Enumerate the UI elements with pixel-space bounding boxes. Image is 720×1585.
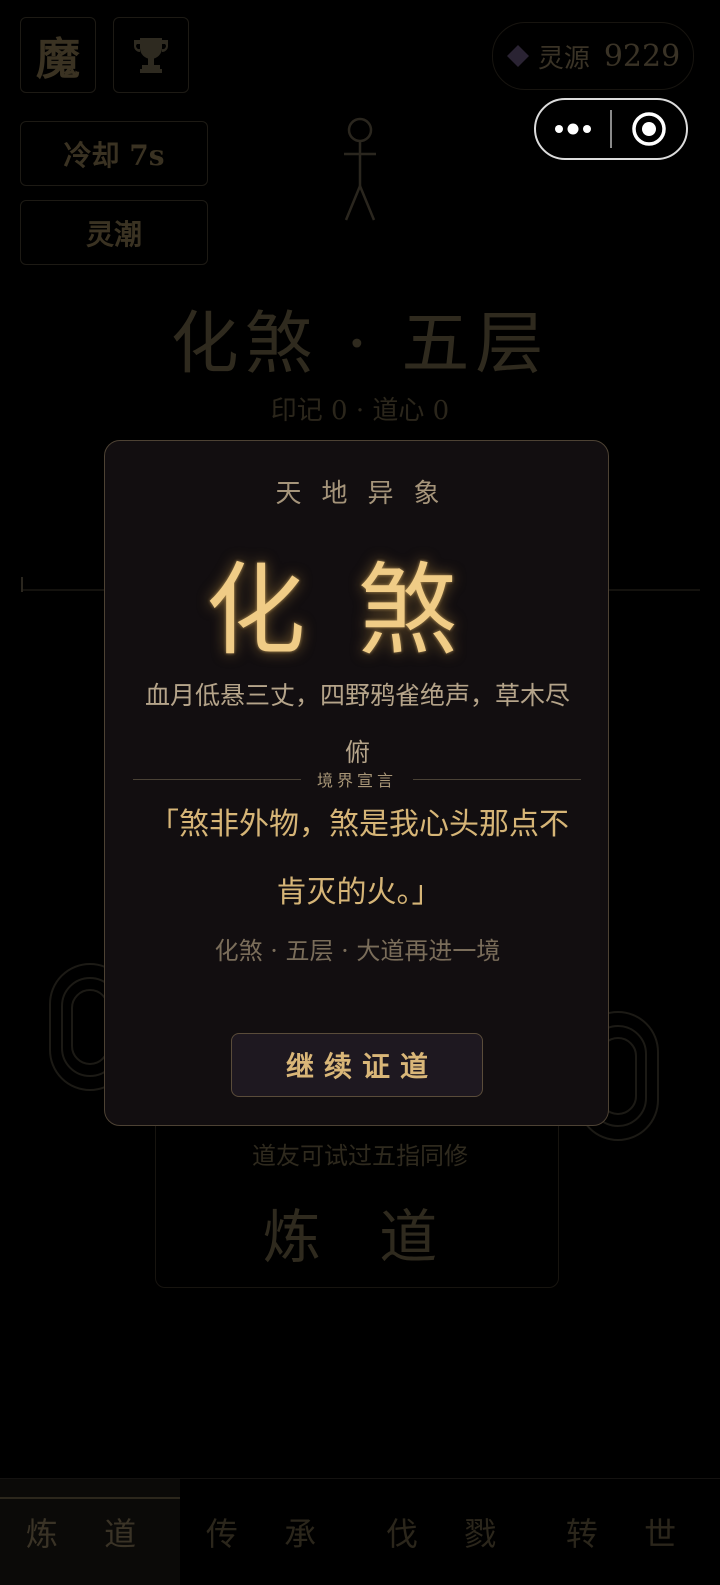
tab-cultivate[interactable]: 炼 道 <box>0 1479 180 1585</box>
cultivate-button-label: 炼 道 <box>262 1203 458 1271</box>
mode-badge[interactable]: 魔 <box>20 17 96 93</box>
close-miniprogram-button[interactable] <box>612 100 686 158</box>
trophy-button[interactable] <box>113 17 189 93</box>
realm-title: 化煞 · 五层 <box>170 305 550 384</box>
resource-counter: 灵源 9229 <box>492 22 694 90</box>
trophy-icon <box>134 38 168 73</box>
declaration-divider: 境界宣言 <box>133 767 582 791</box>
realm-breakthrough-modal: 天地异象 化煞 血月低悬三丈，四野鸦雀绝声，草木尽俯 境界宣言 「煞非外物，煞是… <box>104 440 609 1126</box>
miniprogram-capsule <box>534 98 688 160</box>
more-button[interactable] <box>536 100 610 158</box>
resource-value: 9229 <box>603 38 681 74</box>
tide-button[interactable]: 灵潮 <box>20 200 208 265</box>
tab-battle[interactable]: 伐 戮 <box>360 1479 540 1585</box>
bottom-tab-bar: 炼 道 传 承 伐 戮 转 世 <box>0 1478 720 1585</box>
cooldown-button[interactable]: 冷却 7s <box>20 121 208 186</box>
modal-description: 血月低悬三丈，四野鸦雀绝声，草木尽俯 <box>144 681 570 767</box>
modal-realm-name: 化煞 <box>205 552 510 669</box>
diamond-icon <box>506 45 529 67</box>
divider-left-line <box>133 778 301 780</box>
divider-right-line <box>413 778 582 780</box>
resource-label: 灵源 <box>537 43 590 74</box>
tab-reincarnate[interactable]: 转 世 <box>540 1479 720 1585</box>
target-close-icon <box>632 112 666 146</box>
tab-inheritance[interactable]: 传 承 <box>180 1479 360 1585</box>
more-dots-icon <box>555 123 592 135</box>
modal-quote: 「煞非外物，煞是我心头那点不肯灭的火。」 <box>149 807 569 910</box>
cultivate-hint: 道友可试过五指同修 <box>252 1142 468 1170</box>
declaration-label: 境界宣言 <box>317 771 398 790</box>
modal-footnote: 化煞 · 五层 · 大道再进一境 <box>214 937 501 965</box>
modal-eyebrow: 天地异象 <box>275 479 460 509</box>
realm-stats: 印记 0 · 道心 0 <box>270 396 450 426</box>
stick-figure-icon <box>344 117 376 221</box>
continue-button[interactable]: 继续证道 <box>231 1033 483 1097</box>
